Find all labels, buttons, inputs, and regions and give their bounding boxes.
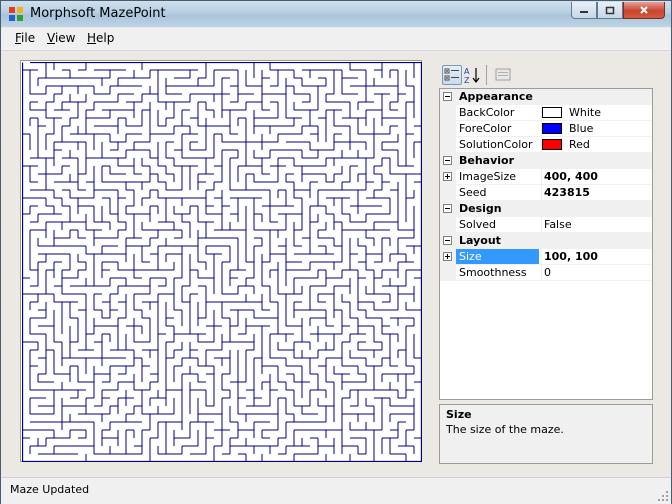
property-row-seed[interactable]: Seed 423815 — [440, 185, 652, 201]
expand-icon[interactable] — [443, 172, 452, 181]
category-label: Layout — [459, 234, 501, 247]
property-row-smoothness[interactable]: Smoothness 0 — [440, 265, 652, 281]
collapse-icon[interactable] — [443, 236, 452, 245]
category-appearance[interactable]: Appearance — [440, 89, 652, 105]
property-row-solutioncolor[interactable]: SolutionColor Red — [440, 137, 652, 153]
property-row-imagesize[interactable]: ImageSize 400, 400 — [440, 169, 652, 185]
property-grid-toolbar: A Z — [438, 61, 653, 87]
property-grid: A Z Appearance BackColor White ForeColor… — [438, 61, 653, 466]
property-value[interactable]: 400, 400 — [541, 169, 652, 184]
menu-view[interactable]: View — [47, 31, 75, 45]
resize-grip-icon[interactable] — [657, 490, 669, 502]
status-bar: Maze Updated — [1, 477, 671, 504]
svg-text:Z: Z — [464, 76, 470, 85]
property-name: Solved — [459, 218, 497, 231]
property-value[interactable]: Blue — [541, 121, 652, 136]
categorized-button[interactable] — [442, 65, 462, 85]
property-value[interactable]: 0 — [541, 265, 652, 280]
collapse-icon[interactable] — [443, 156, 452, 165]
expand-icon[interactable] — [443, 252, 452, 261]
property-value[interactable]: 100, 100 — [541, 249, 652, 264]
menu-file[interactable]: File — [15, 31, 35, 45]
close-button[interactable] — [623, 2, 665, 19]
category-design[interactable]: Design — [440, 201, 652, 217]
window-title: Morphsoft MazePoint — [30, 6, 166, 21]
maze-image — [22, 62, 422, 462]
property-name: ForeColor — [459, 122, 512, 135]
category-label: Appearance — [459, 90, 533, 103]
help-description: The size of the maze. — [446, 423, 564, 436]
maximize-button[interactable] — [597, 2, 623, 19]
color-name: White — [569, 106, 601, 119]
color-name: Red — [569, 138, 590, 151]
help-title: Size — [446, 408, 472, 421]
property-name: SolutionColor — [459, 138, 533, 151]
property-value[interactable]: White — [541, 105, 652, 120]
menu-help[interactable]: Help — [87, 31, 114, 45]
property-pages-icon — [495, 68, 511, 81]
property-row-backcolor[interactable]: BackColor White — [440, 105, 652, 121]
property-name: Seed — [459, 186, 487, 199]
property-name-selected: Size — [456, 249, 539, 264]
maze-canvas[interactable] — [20, 60, 422, 462]
property-help-panel: Size The size of the maze. — [439, 404, 653, 464]
category-label: Design — [459, 202, 502, 215]
collapse-icon[interactable] — [443, 92, 452, 101]
property-row-size[interactable]: Size 100, 100 — [440, 249, 652, 265]
color-swatch — [542, 139, 562, 150]
property-row-forecolor[interactable]: ForeColor Blue — [440, 121, 652, 137]
category-layout[interactable]: Layout — [440, 233, 652, 249]
maze-walls — [22, 62, 422, 462]
property-name: BackColor — [459, 106, 515, 119]
collapse-icon[interactable] — [443, 204, 452, 213]
color-swatch — [542, 123, 562, 134]
close-icon — [640, 6, 648, 14]
minimize-icon — [580, 11, 588, 13]
category-label: Behavior — [459, 154, 515, 167]
minimize-button[interactable] — [571, 2, 597, 19]
status-text: Maze Updated — [10, 483, 90, 496]
maximize-icon — [605, 6, 615, 14]
color-name: Blue — [569, 122, 594, 135]
toolbar-separator — [486, 65, 487, 85]
category-behavior[interactable]: Behavior — [440, 153, 652, 169]
property-row-solved[interactable]: Solved False — [440, 217, 652, 233]
svg-text:A: A — [464, 67, 470, 76]
menu-bar: File View Help — [1, 28, 671, 51]
property-value[interactable]: Red — [541, 137, 652, 152]
property-name: ImageSize — [459, 170, 517, 183]
app-icon — [9, 7, 23, 21]
categorized-icon — [444, 68, 459, 81]
property-name: Smoothness — [459, 266, 527, 279]
alphabetical-sort-icon: A Z — [464, 67, 480, 85]
color-swatch — [542, 107, 562, 118]
property-grid-list: Appearance BackColor White ForeColor Blu… — [439, 88, 653, 400]
alphabetical-button[interactable]: A Z — [463, 65, 483, 85]
property-value[interactable]: 423815 — [541, 185, 652, 200]
property-value[interactable]: False — [541, 217, 652, 232]
title-bar[interactable]: Morphsoft MazePoint — [1, 1, 671, 27]
property-pages-button[interactable] — [494, 65, 514, 85]
main-window: Morphsoft MazePoint File View Help A Z A… — [0, 0, 672, 504]
